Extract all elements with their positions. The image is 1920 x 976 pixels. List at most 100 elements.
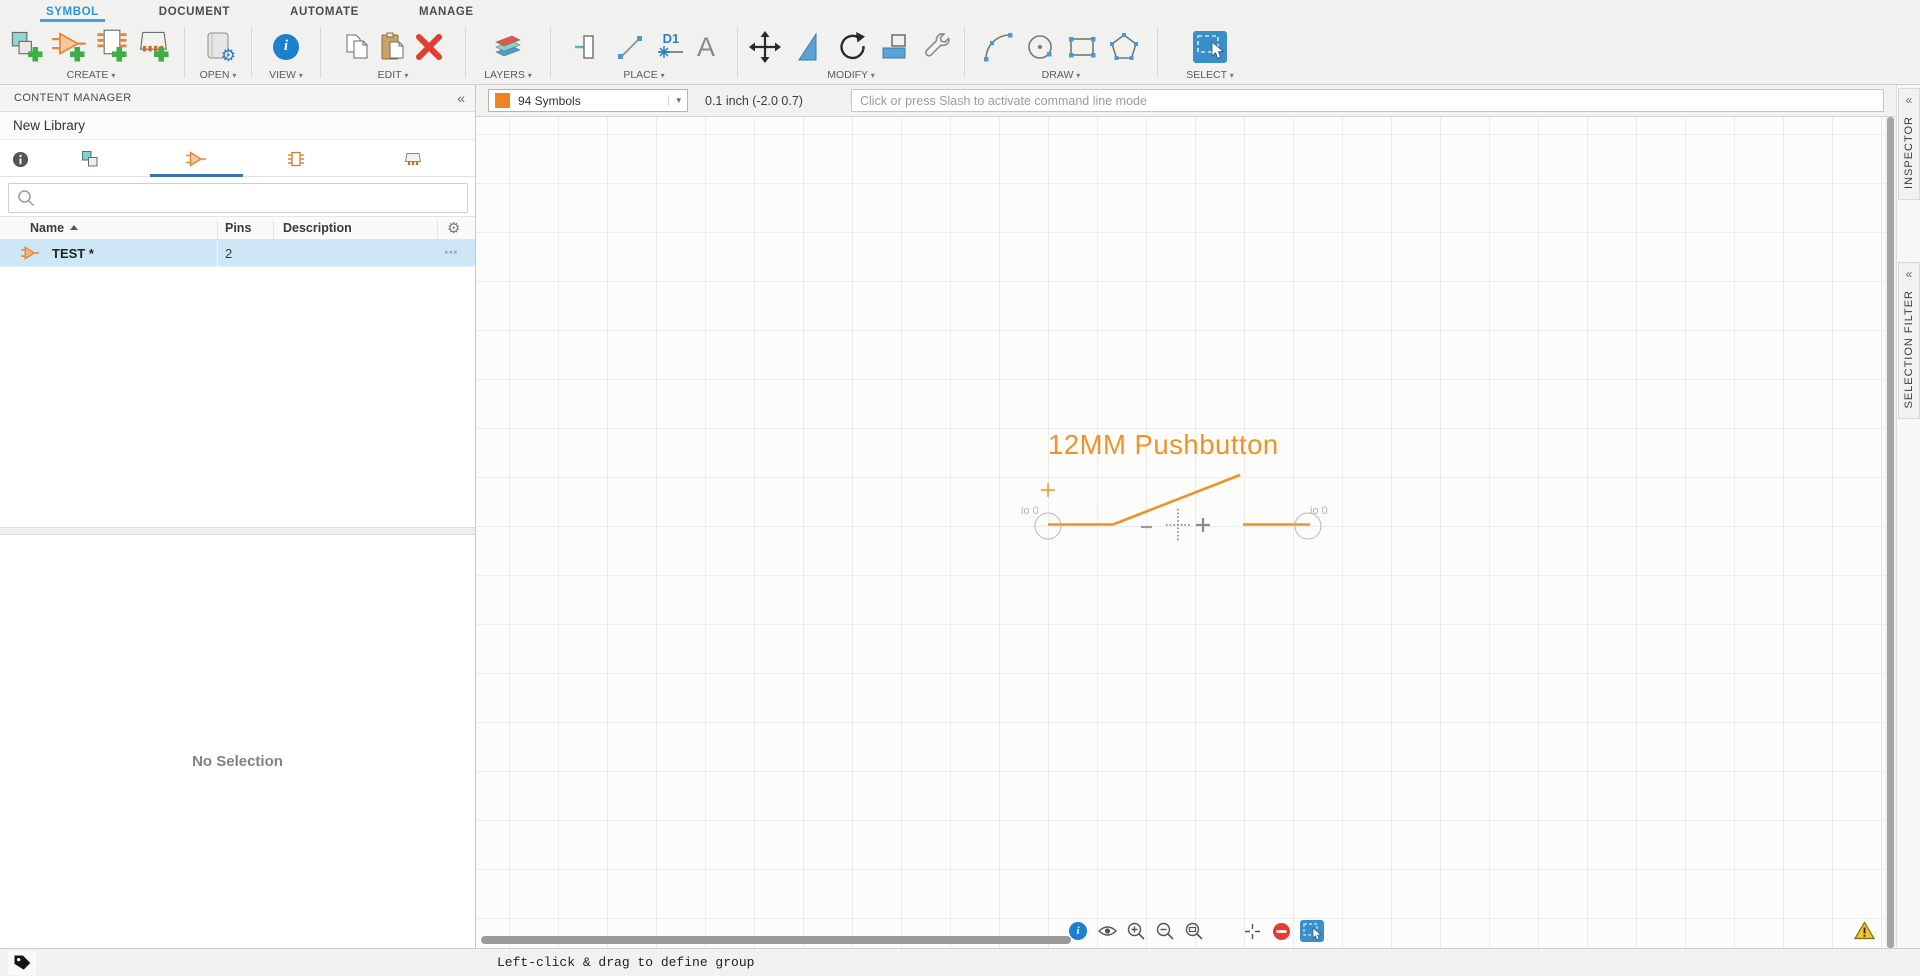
library-footprints-tab-icon[interactable] <box>278 146 314 172</box>
layers-icon[interactable] <box>491 30 525 64</box>
new-component-icon[interactable] <box>9 28 47 66</box>
edit-menu-label[interactable]: EDIT ▾ <box>323 69 463 83</box>
active-tab-underline <box>150 174 243 177</box>
draw-polygon-icon[interactable] <box>1109 32 1139 62</box>
place-pin-icon[interactable] <box>573 31 603 63</box>
select-menu-label[interactable]: SELECT ▾ <box>1160 69 1260 83</box>
layers-menu-label[interactable]: LAYERS ▾ <box>468 69 548 83</box>
layer-dropdown[interactable]: 94 Symbols ▾ <box>488 89 688 112</box>
view-menu-label[interactable]: VIEW ▾ <box>254 69 318 83</box>
group-draw: DRAW ▾ <box>967 22 1155 84</box>
selection-filter-label: SELECTION FILTER <box>1903 290 1915 408</box>
tab-automate[interactable]: AUTOMATE <box>284 3 365 22</box>
new-footprint-icon[interactable] <box>93 28 131 66</box>
open-menu-label[interactable]: OPEN ▾ <box>187 69 249 83</box>
column-divider <box>437 219 438 239</box>
status-message: Left-click & drag to define group <box>497 955 754 970</box>
eye-icon[interactable] <box>1097 921 1117 941</box>
switch-lever[interactable] <box>1113 475 1240 525</box>
place-name-value-icon[interactable]: D1 <box>657 34 685 60</box>
info-icon[interactable]: i <box>1068 921 1088 941</box>
new-package-icon[interactable] <box>135 28 173 66</box>
paste-icon[interactable] <box>377 31 409 63</box>
caret-down-icon: ▾ <box>871 71 875 80</box>
modify-menu-label[interactable]: MODIFY ▾ <box>740 69 962 83</box>
toolbar-separator <box>964 27 965 78</box>
search-input[interactable] <box>35 184 467 212</box>
draw-arc-icon[interactable] <box>983 32 1013 62</box>
group-select: SELECT ▾ <box>1160 22 1260 84</box>
pin-circle-left[interactable] <box>1035 513 1061 539</box>
tag-icon[interactable] <box>8 951 36 975</box>
library-section-tabs <box>0 140 475 177</box>
group-layers: LAYERS ▾ <box>468 22 548 84</box>
crosshair-cursor-icon <box>1166 509 1190 541</box>
vertical-scrollbar[interactable] <box>1887 117 1894 948</box>
group-edit: EDIT ▾ <box>323 22 463 84</box>
rotate-icon[interactable] <box>836 31 868 63</box>
row-actions-icon[interactable]: ⋯ <box>444 244 459 261</box>
column-header-name[interactable]: Name <box>30 221 78 235</box>
symbol-editor-canvas[interactable]: 12MM Pushbutton io 0 io 0 i <box>476 117 1885 948</box>
zoom-in-icon[interactable] <box>1126 921 1146 941</box>
horizontal-scrollbar[interactable] <box>481 936 1071 944</box>
row-pins: 2 <box>225 246 232 261</box>
table-settings-gear-icon[interactable]: ⚙ <box>447 219 460 237</box>
tab-manage[interactable]: MANAGE <box>413 3 480 22</box>
library-info-tab-icon[interactable] <box>2 146 38 172</box>
zoom-fit-icon[interactable] <box>1184 921 1204 941</box>
mirror-icon[interactable] <box>793 31 825 63</box>
value-anchor-icon <box>1196 518 1210 532</box>
symbol-title-text[interactable]: 12MM Pushbutton <box>1048 429 1279 461</box>
collapse-panel-icon[interactable]: « <box>457 92 465 104</box>
column-header-description[interactable]: Description <box>283 221 352 235</box>
info-icon[interactable]: i <box>273 34 299 60</box>
move-icon[interactable] <box>748 30 782 64</box>
grid-icon[interactable] <box>1213 921 1233 941</box>
toolbar-separator <box>251 27 252 78</box>
wrench-icon[interactable] <box>922 31 954 63</box>
origin-crosshair-icon[interactable] <box>1242 921 1262 941</box>
inspector-panel-tab[interactable]: « INSPECTOR <box>1898 88 1920 200</box>
library-title: New Library <box>0 112 475 140</box>
library-packages-tab-icon[interactable] <box>395 146 431 172</box>
panel-splitter[interactable] <box>0 527 475 535</box>
align-icon[interactable] <box>879 31 911 63</box>
place-menu-label[interactable]: PLACE ▾ <box>553 69 735 83</box>
tab-document[interactable]: DOCUMENT <box>153 3 236 22</box>
column-header-pins[interactable]: Pins <box>225 221 251 235</box>
command-line-input[interactable] <box>851 89 1884 112</box>
pushbutton-symbol-drawing[interactable] <box>1016 467 1396 557</box>
selection-filter-panel-tab[interactable]: « SELECTION FILTER <box>1898 262 1920 419</box>
copy-icon[interactable] <box>341 31 373 63</box>
caret-down-icon: ▾ <box>1076 71 1080 80</box>
toolbar-separator <box>465 27 466 78</box>
caret-down-icon: ▾ <box>232 71 236 80</box>
warning-icon[interactable] <box>1854 921 1875 945</box>
select-tool-icon[interactable] <box>1193 31 1227 63</box>
inspector-label: INSPECTOR <box>1903 116 1915 189</box>
delete-icon[interactable] <box>413 31 445 63</box>
library-search-box[interactable] <box>8 183 468 213</box>
draw-circle-icon[interactable] <box>1025 32 1055 62</box>
hide-layer-icon[interactable] <box>1271 921 1291 941</box>
main-toolbar: CREATE ▾ ⚙ OPEN ▾ i VIEW ▾ <box>0 22 1920 85</box>
zoom-out-icon[interactable] <box>1155 921 1175 941</box>
library-devices-tab-icon[interactable] <box>72 146 108 172</box>
place-line-icon[interactable] <box>615 31 645 63</box>
new-symbol-icon[interactable] <box>51 28 89 66</box>
draw-rect-icon[interactable] <box>1067 32 1097 62</box>
create-menu-label[interactable]: CREATE ▾ <box>0 69 182 83</box>
draw-menu-label[interactable]: DRAW ▾ <box>967 69 1155 83</box>
select-mode-active-icon[interactable] <box>1300 920 1324 942</box>
place-text-icon[interactable]: A <box>697 32 715 62</box>
table-row[interactable]: TEST * 2 ⋯ <box>0 240 475 267</box>
toolbar-separator <box>1157 27 1158 78</box>
expand-panel-icon: « <box>1906 268 1913 280</box>
info-glyph: i <box>1076 925 1079 937</box>
library-symbols-tab-icon[interactable] <box>178 146 214 172</box>
tab-symbol[interactable]: SYMBOL <box>40 3 105 22</box>
search-icon <box>17 189 35 207</box>
open-library-icon[interactable]: ⚙ <box>201 30 235 64</box>
gear-icon: ⚙ <box>221 46 236 66</box>
